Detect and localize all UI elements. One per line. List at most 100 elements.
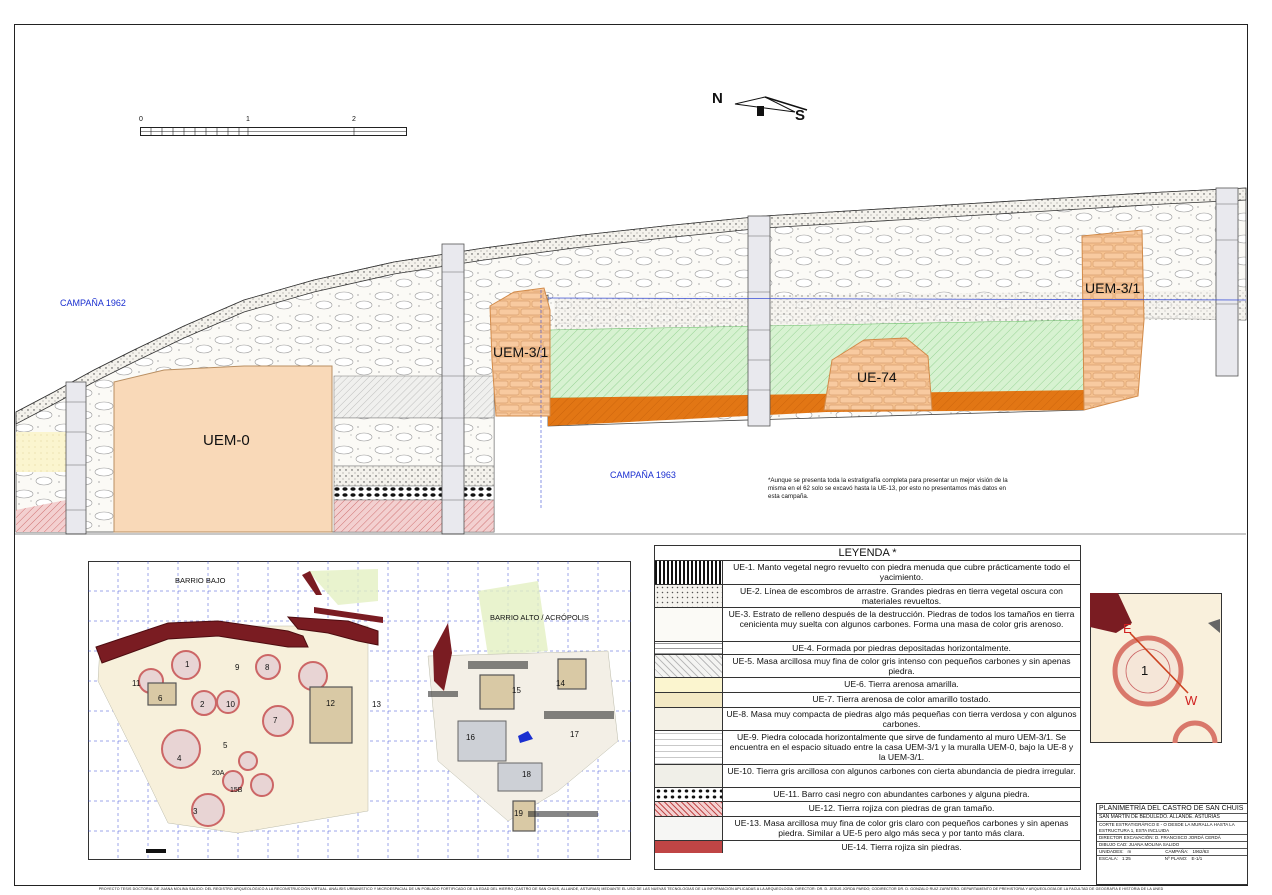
legend-text: UE-8. Masa muy compacta de piedras algo … [726,709,1077,729]
legend-text: UE-10. Tierra gris arcillosa con algunos… [727,766,1076,776]
plan-number-2: 2 [200,700,205,709]
legend-title: LEYENDA * [655,546,1080,561]
legend-text: UE-12. Tierra rojiza con piedras de gran… [808,803,995,813]
barrio-bajo-label: BARRIO BAJO [175,576,226,585]
legend-swatch [655,708,723,730]
legend-swatch [655,841,723,853]
legend-text: UE-2. Línea de escombros de arrastre. Gr… [740,586,1063,606]
inset-number-1: 1 [1141,663,1149,678]
north-label: N [712,90,723,107]
wall-ue74-label: UE-74 [857,369,897,385]
tb-drawing: DIBUJO CAD: JUANA MOLINA SALIDO [1097,842,1247,849]
legend-row: UE-7. Tierra arenosa de color amarillo t… [655,693,1080,708]
tb-director: DIRECTOR EXCAVACIÓN: D. FRANCISCO JORDÁ … [1097,835,1247,842]
barrio-alto-label: BARRIO ALTO / ACRÓPOLIS [490,613,589,622]
legend-row: UE-8. Masa muy compacta de piedras algo … [655,708,1080,731]
inset-e-label: E [1123,621,1132,636]
scale-label-2: 2 [352,116,356,123]
plan-number-7: 7 [273,716,278,725]
tb-description: CORTE ESTRATIGRÁFICO E - O DESDE LA MURA… [1097,822,1247,835]
wall-uem31-right-label: UEM-3/1 [1085,280,1141,296]
plan-number-9: 9 [235,663,240,672]
orientation-arrow-icon [734,96,808,116]
plan-number-5: 5 [223,741,228,750]
plan-number-15b: 15B [230,787,243,794]
legend-row: UE-6. Tierra arenosa amarilla. [655,678,1080,693]
legend-text: UE-3. Estrato de relleno después de la d… [728,609,1075,629]
legend-swatch [655,817,723,840]
legend-text: UE-5. Masa arcillosa muy fina de color g… [732,656,1071,676]
plan-number-1: 1 [185,660,190,669]
legend-row: UE-1. Manto vegetal negro revuelto con p… [655,561,1080,585]
plan-number-13: 13 [372,700,381,709]
tb-title: PLANIMETRÍA DEL CASTRO DE SAN CHUIS [1097,804,1247,814]
legend-text: UE-9. Piedra colocada horizontalmente qu… [729,732,1074,762]
tb-units-label: UNIDADES: [1099,849,1124,854]
tb-scale-label: ESCALA: [1099,856,1119,861]
legend-swatch [655,642,723,654]
plan-number-8: 8 [265,663,270,672]
plan-number-11: 11 [132,679,141,688]
legend-row: UE-5. Masa arcillosa muy fina de color g… [655,655,1080,678]
legend-swatch [655,802,723,816]
legend-text: UE-11. Barro casi negro con abundantes c… [773,789,1030,799]
tb-units: m [1127,849,1132,854]
scale-bar [140,127,407,136]
plan-number-20a: 20A [212,770,225,777]
plan-number-3: 3 [193,807,198,816]
section-note: *Aunque se presenta toda la estratigrafí… [768,477,1008,500]
tb-subtitle: SAN MARTÍN DE BEDULEDO. ALLANDE. ASTURIA… [1097,814,1247,822]
inset-w-label: W [1185,693,1198,708]
legend-swatch [655,678,723,692]
plan-number-4: 4 [177,754,182,763]
legend-swatch [655,765,723,787]
tb-scale: 1:25 [1122,856,1131,861]
legend-row: UE-4. Formada por piedras depositadas ho… [655,642,1080,655]
plan-number-10: 10 [226,700,235,709]
legend-row: UE-12. Tierra rojiza con piedras de gran… [655,802,1080,817]
plan-number-14: 14 [556,679,565,688]
tb-campaign: 1962/63 [1192,849,1209,854]
legend-text: UE-14. Tierra rojiza sin piedras. [841,842,962,852]
legend: LEYENDA * UE-1. Manto vegetal negro revu… [654,545,1081,870]
tb-plane: E-1/1 [1191,856,1203,861]
legend-swatch [655,655,723,677]
plan-number-16: 16 [466,733,475,742]
title-block: PLANIMETRÍA DEL CASTRO DE SAN CHUIS SAN … [1096,803,1248,885]
plan-number-19: 19 [514,809,523,818]
legend-row: UE-2. Línea de escombros de arrastre. Gr… [655,585,1080,608]
legend-row: UE-14. Tierra rojiza sin piedras. [655,841,1080,853]
legend-row: UE-13. Masa arcillosa muy fina de color … [655,817,1080,841]
legend-text: UE-1. Manto vegetal negro revuelto con p… [733,562,1070,582]
plan-number-15: 15 [512,686,521,695]
scale-label-1: 1 [246,116,250,123]
wall-uem0-label: UEM-0 [203,432,250,449]
tb-campaign-label: CAMPAÑA: [1165,849,1189,854]
legend-swatch [655,585,723,607]
tb-scale-row: ESCALA: 1:25 Nº PLANO: E-1/1 [1097,856,1247,862]
campaign-1963-label: CAMPAÑA 1963 [610,470,676,480]
plan-number-6: 6 [158,694,163,703]
legend-text: UE-6. Tierra arenosa amarilla. [844,679,959,689]
campaign-1962-label: CAMPAÑA 1962 [60,298,126,308]
plan-number-17: 17 [570,730,579,739]
legend-row: UE-3. Estrato de relleno después de la d… [655,608,1080,642]
legend-row: UE-9. Piedra colocada horizontalmente qu… [655,731,1080,765]
legend-text: UE-7. Tierra arenosa de color amarillo t… [812,694,991,704]
plan-number-12: 12 [326,699,335,708]
site-plan [88,561,631,860]
legend-row: UE-10. Tierra gris arcillosa con algunos… [655,765,1080,788]
legend-text: UE-13. Masa arcillosa muy fina de color … [734,818,1069,838]
legend-swatch [655,561,723,584]
stratigraphic-section [14,187,1247,535]
legend-swatch [655,693,723,707]
legend-swatch [655,788,723,801]
plan-number-18: 18 [522,770,531,779]
legend-text: UE-4. Formada por piedras depositadas ho… [792,643,1011,653]
tb-units-row: UNIDADES: m CAMPAÑA: 1962/63 [1097,849,1247,856]
scale-label-0: 0 [139,116,143,123]
legend-swatch [655,731,723,764]
inset-structure-1 [1090,593,1222,743]
legend-swatch [655,608,723,641]
wall-uem31-left-label: UEM-3/1 [493,344,549,360]
